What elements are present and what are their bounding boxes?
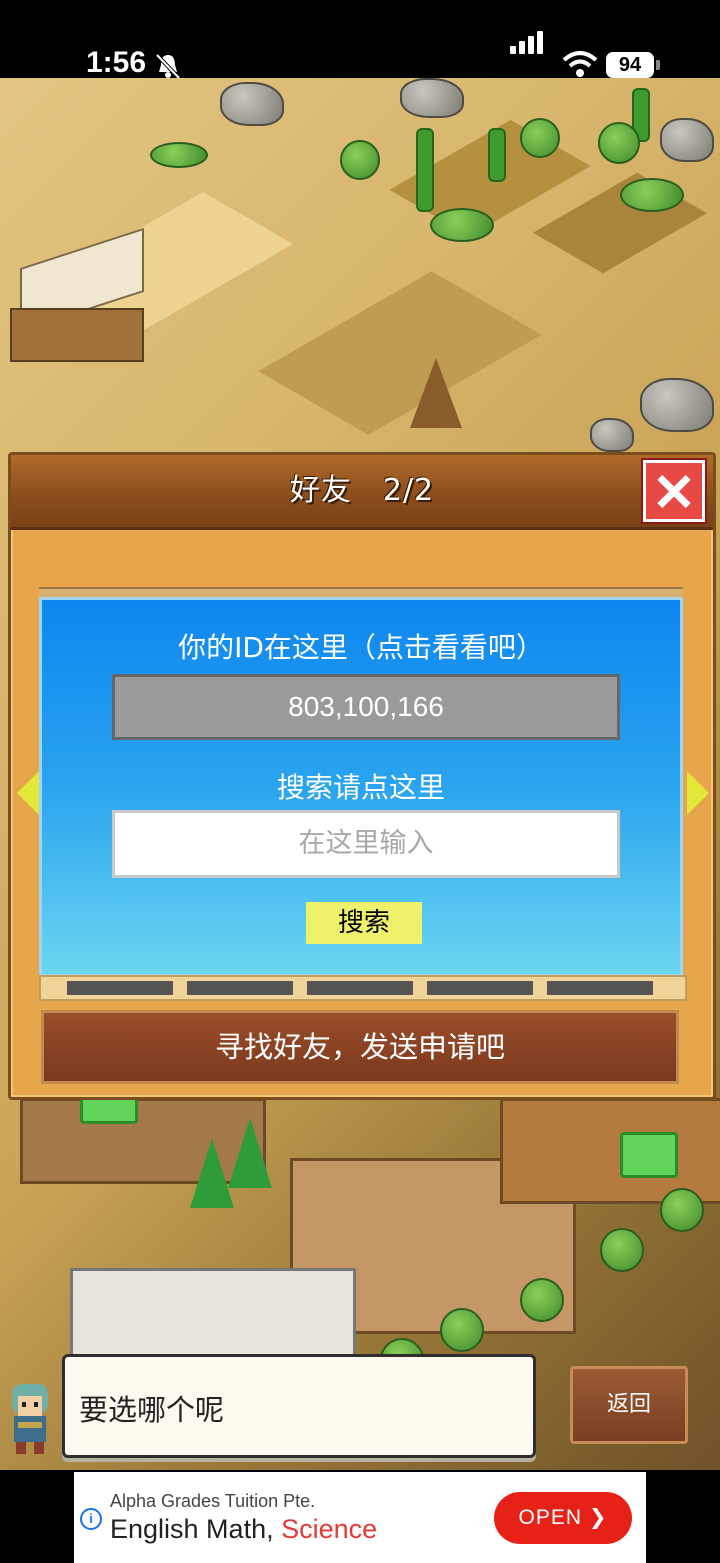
search-button[interactable]: 搜索	[306, 902, 422, 944]
speech-bubble: 要选哪个呢	[62, 1354, 536, 1458]
bush	[600, 1228, 644, 1272]
bush	[440, 1308, 484, 1352]
strip-segment	[307, 981, 413, 995]
ad-open-button[interactable]: OPEN ❯	[494, 1492, 632, 1544]
id-label[interactable]: 你的ID在这里（点击看看吧）	[42, 626, 680, 666]
info-icon[interactable]: i	[80, 1508, 102, 1530]
speech-text: 要选哪个呢	[79, 1393, 225, 1427]
search-input[interactable]: 在这里输入	[112, 810, 620, 878]
bush	[520, 1278, 564, 1322]
battery-icon: 94	[606, 52, 654, 78]
close-button[interactable]	[643, 460, 705, 522]
bush	[150, 142, 208, 168]
ad-headline-part1: English Math,	[110, 1514, 282, 1544]
guest-icon[interactable]	[620, 1132, 678, 1178]
status-bar: 1:56 94	[0, 0, 720, 80]
bush	[430, 208, 494, 242]
strip-segment	[67, 981, 173, 995]
arrow-right-icon[interactable]	[687, 771, 709, 815]
guest-icon[interactable]	[80, 1096, 138, 1124]
clock: 1:56	[86, 46, 147, 79]
ad-banner[interactable]: i Alpha Grades Tuition Pte. English Math…	[74, 1472, 646, 1563]
rock	[660, 118, 714, 162]
bush	[660, 1188, 704, 1232]
sand-tile	[258, 271, 542, 435]
bush	[620, 178, 684, 212]
ad-sponsor: Alpha Grades Tuition Pte.	[110, 1491, 316, 1511]
fence	[10, 308, 144, 362]
rock	[640, 378, 714, 432]
arrow-left-icon[interactable]	[17, 771, 39, 815]
strip-segment	[547, 981, 653, 995]
battery-tip	[656, 60, 660, 70]
tree	[228, 1118, 272, 1188]
search-label: 搜索请点这里	[276, 771, 445, 804]
ad-headline-part2: Science	[281, 1514, 378, 1544]
bell-muted-icon	[155, 53, 181, 80]
bush	[520, 118, 560, 158]
dialog-header: 好友 2/2	[11, 455, 713, 530]
bush	[340, 140, 380, 180]
strip-segment	[427, 981, 533, 995]
id-panel: 你的ID在这里（点击看看吧） 803,100,166 搜索请点这里 在这里输入 …	[39, 597, 683, 977]
wifi-icon	[562, 51, 598, 77]
cactus	[488, 128, 506, 182]
ad-headline: English Math, Science	[110, 1514, 377, 1545]
rock	[400, 78, 464, 118]
cactus	[416, 128, 434, 212]
rock-spire	[410, 358, 462, 428]
back-button[interactable]: 返回	[570, 1366, 688, 1444]
rock	[590, 418, 634, 452]
rock	[220, 82, 284, 126]
bottom-strip	[39, 975, 687, 1001]
friend-dialog: 好友 2/2 你的ID在这里（点击看看吧） 803,100,166 搜索请点这里…	[8, 452, 716, 1100]
strip-segment	[187, 981, 293, 995]
player-id-display[interactable]: 803,100,166	[112, 674, 620, 740]
dialog-title: 好友 2/2	[289, 473, 435, 508]
find-friends-button[interactable]: 寻找好友，发送申请吧	[41, 1010, 679, 1084]
advisor-avatar	[12, 1384, 48, 1454]
bush	[598, 122, 640, 164]
